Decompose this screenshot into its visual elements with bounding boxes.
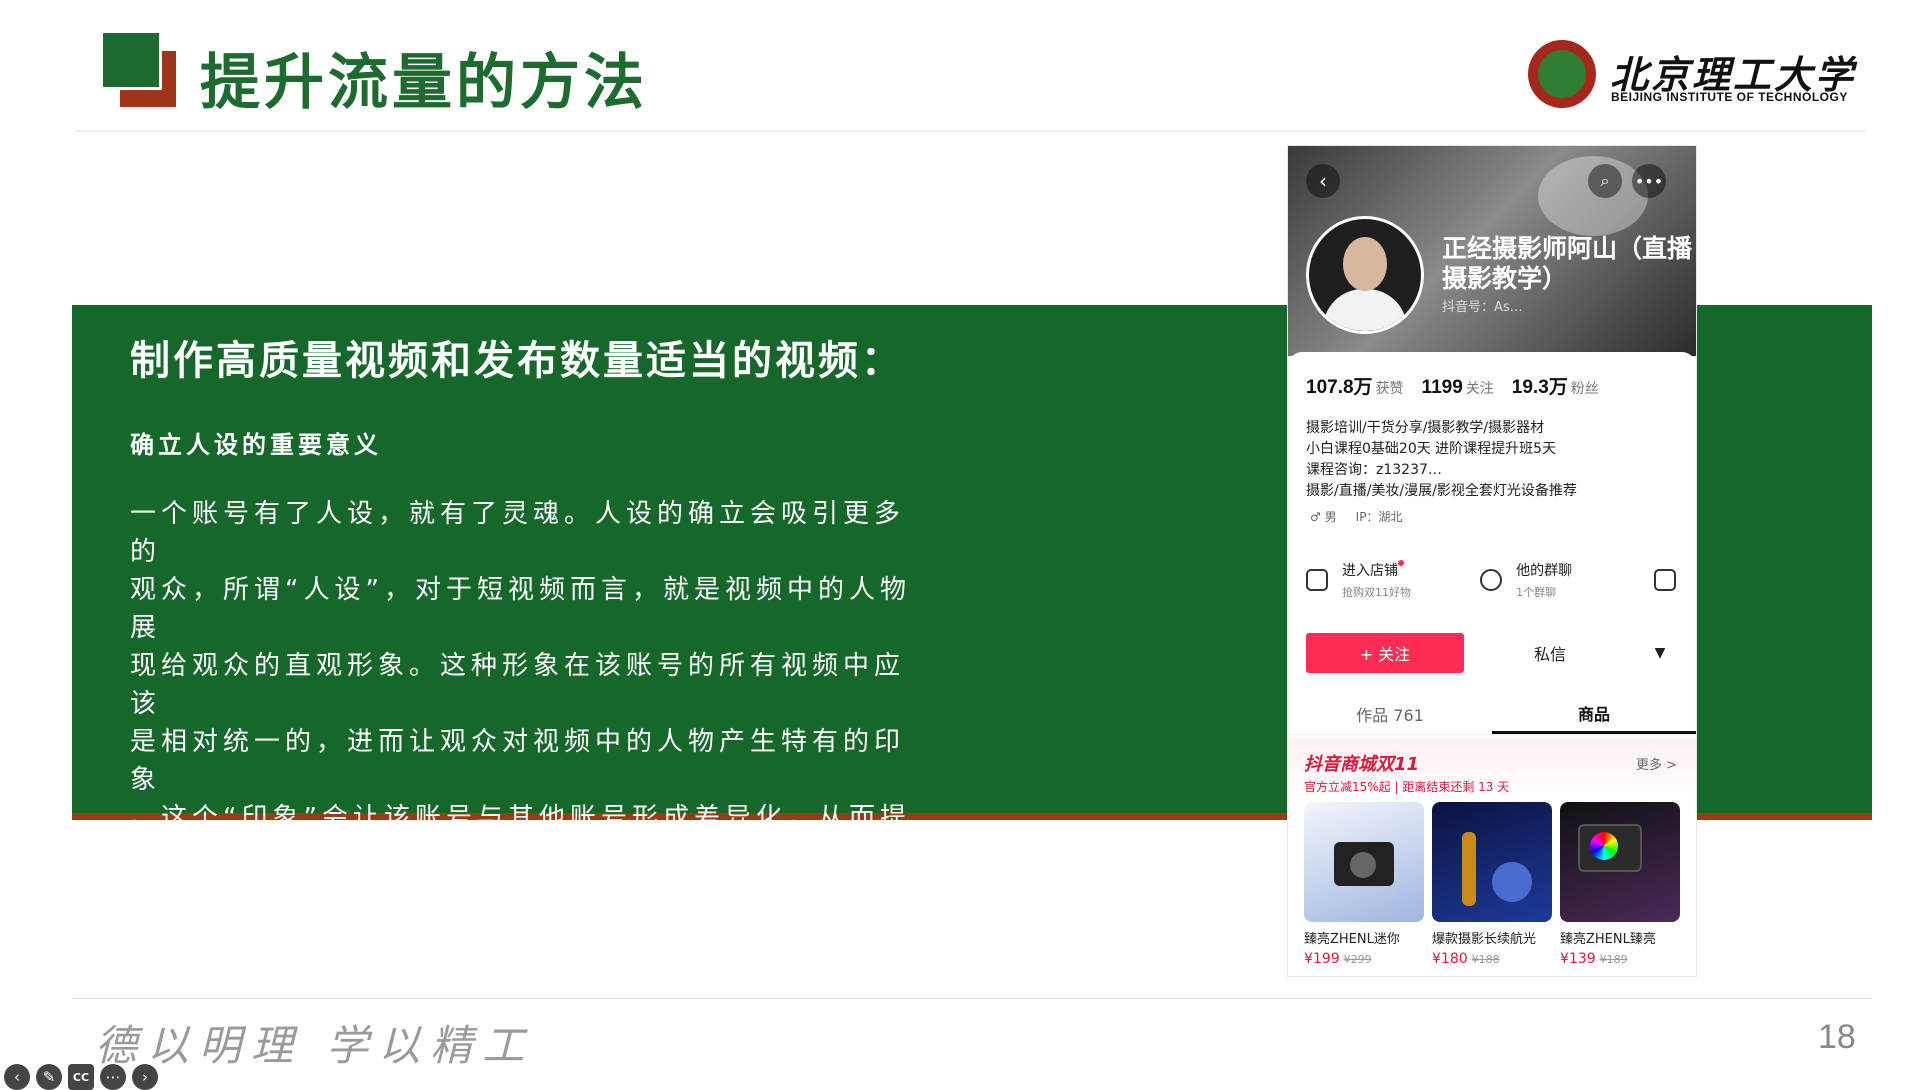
chat-bubble-icon [1480, 569, 1503, 591]
stat-following[interactable]: 1199 关注 [1422, 377, 1494, 399]
page-number: 18 [1818, 1018, 1856, 1056]
stat-fans[interactable]: 19.3万 粉丝 [1512, 372, 1599, 399]
product-name: 爆款摄影长续航光 [1432, 932, 1537, 947]
product-price: ¥180 [1432, 951, 1468, 967]
group-chat-sub: 1个群聊 [1516, 586, 1557, 599]
profile-id: 抖音号：As… [1442, 300, 1523, 315]
follow-button[interactable]: + 关注 [1306, 633, 1464, 673]
tab-works[interactable]: 作品 761 [1288, 694, 1492, 734]
chevron-down-icon[interactable]: ▼ [1640, 633, 1680, 673]
product-orig-price: ¥299 [1343, 953, 1372, 966]
header-divider [76, 130, 1866, 132]
product-name: 臻亮ZHENL迷你 [1304, 932, 1400, 947]
ip-label: IP：湖北 [1355, 510, 1403, 524]
footer-divider [72, 998, 1872, 999]
stat-num: 1199 [1421, 377, 1463, 398]
avatar-face [1343, 237, 1387, 291]
shopping-bag-icon [1306, 569, 1328, 591]
gender-label: ♂ 男 [1310, 510, 1337, 524]
stat-likes[interactable]: 107.8万 获赞 [1306, 372, 1404, 399]
product-price-row: ¥199 ¥299 [1304, 951, 1424, 967]
cc-icon[interactable]: CC [68, 1064, 94, 1090]
product-price: ¥199 [1304, 951, 1340, 967]
product-card[interactable]: 臻亮ZHENL臻亮 ¥139 ¥189 [1560, 802, 1680, 967]
tab-products[interactable]: 商品 [1492, 694, 1696, 734]
mall-more-link[interactable]: 更多 > [1636, 754, 1677, 773]
back-icon[interactable]: ‹ [1306, 164, 1340, 198]
group-chat-title: 他的群聊 [1516, 563, 1573, 579]
tv-icon [1654, 569, 1677, 591]
product-list: 臻亮ZHENL迷你 ¥199 ¥299 爆款摄影长续航光 ¥180 ¥188 臻亮Z… [1304, 802, 1680, 967]
product-card[interactable]: 臻亮ZHENL迷你 ¥199 ¥299 [1304, 802, 1424, 967]
stat-label: 获赞 [1375, 381, 1404, 397]
product-card[interactable]: 爆款摄影长续航光 ¥180 ¥188 [1432, 802, 1552, 967]
stat-label: 粉丝 [1570, 381, 1599, 397]
stat-num: 107.8万 [1306, 377, 1373, 398]
slide-title: 提升流量的方法 [200, 48, 648, 118]
mall-title: 抖音商城双11 [1304, 754, 1420, 775]
stat-num: 19.3万 [1511, 377, 1568, 398]
section-heading: 制作高质量视频和发布数量适当的视频： [130, 338, 904, 384]
university-motto: 德以明理 学以精工 [95, 1021, 535, 1070]
notification-dot [1398, 560, 1404, 566]
shop-entry-title: 进入店铺 [1342, 560, 1411, 580]
product-price-row: ¥180 ¥188 [1432, 951, 1552, 967]
arrow-right-icon[interactable]: › [132, 1064, 158, 1090]
mall-subtitle: 官方立减15%起 | 距离结束还剩 13 天 [1304, 780, 1510, 794]
douyin-profile-screenshot: ‹ ⌕ ••• 正经摄影师阿山（直播摄影教学） 抖音号：As… 107.8万 获赞… [1288, 146, 1696, 976]
section-subheading: 确立人设的重要意义 [130, 431, 382, 459]
light-head-shape [1492, 862, 1532, 902]
product-image [1304, 802, 1424, 922]
rgb-wheel-shape [1590, 832, 1618, 860]
profile-meta: ♂ 男 IP：湖北 [1310, 508, 1402, 525]
shop-entry[interactable]: 进入店铺 抢购双11好物 [1288, 560, 1462, 600]
more-icon[interactable]: ••• [1632, 164, 1666, 198]
profile-stats: 107.8万 获赞 1199 关注 19.3万 粉丝 [1306, 372, 1599, 399]
title-accent-square-green [103, 33, 159, 87]
group-chat-entry[interactable]: 他的群聊 1个群聊 [1462, 560, 1636, 600]
profile-actions: 进入店铺 抢购双11好物 他的群聊 1个群聊 [1288, 560, 1696, 600]
presentation-toolbar: ‹ ✎ CC ⋯ › [4, 1064, 158, 1090]
profile-bio: 摄影培训/干货分享/摄影教学/摄影器材 小白课程0基础20天 进阶课程提升班5天… [1306, 420, 1577, 499]
pen-icon[interactable]: ✎ [36, 1064, 62, 1090]
avatar-body [1323, 289, 1407, 331]
product-orig-price: ¥188 [1471, 953, 1500, 966]
avatar[interactable] [1306, 216, 1424, 334]
product-image [1560, 802, 1680, 922]
product-orig-price: ¥189 [1599, 953, 1628, 966]
lens-shape [1350, 852, 1376, 878]
university-name-en: BEIJING INSTITUTE OF TECHNOLOGY [1611, 90, 1848, 104]
live-entry[interactable] [1636, 560, 1696, 600]
stat-label: 关注 [1465, 381, 1494, 397]
shop-entry-sub: 抢购双11好物 [1342, 586, 1411, 599]
light-stick-shape [1462, 832, 1476, 906]
university-emblem-inner [1538, 50, 1586, 98]
shop-entry-title-text: 进入店铺 [1342, 563, 1398, 579]
arrow-left-icon[interactable]: ‹ [4, 1064, 30, 1090]
product-price: ¥139 [1560, 951, 1596, 967]
more-icon[interactable]: ⋯ [100, 1064, 126, 1090]
search-icon[interactable]: ⌕ [1588, 164, 1622, 198]
product-name: 臻亮ZHENL臻亮 [1560, 932, 1656, 947]
profile-tabs: 作品 761 商品 [1288, 694, 1696, 735]
product-image [1432, 802, 1552, 922]
message-button[interactable]: 私信 [1480, 633, 1620, 673]
section-paragraph: 一个账号有了人设，就有了灵魂。人设的确立会吸引更多的 观众，所谓“人设”，对于短… [130, 499, 911, 909]
profile-name: 正经摄影师阿山（直播摄影教学） [1442, 234, 1693, 293]
product-price-row: ¥139 ¥189 [1560, 951, 1680, 967]
